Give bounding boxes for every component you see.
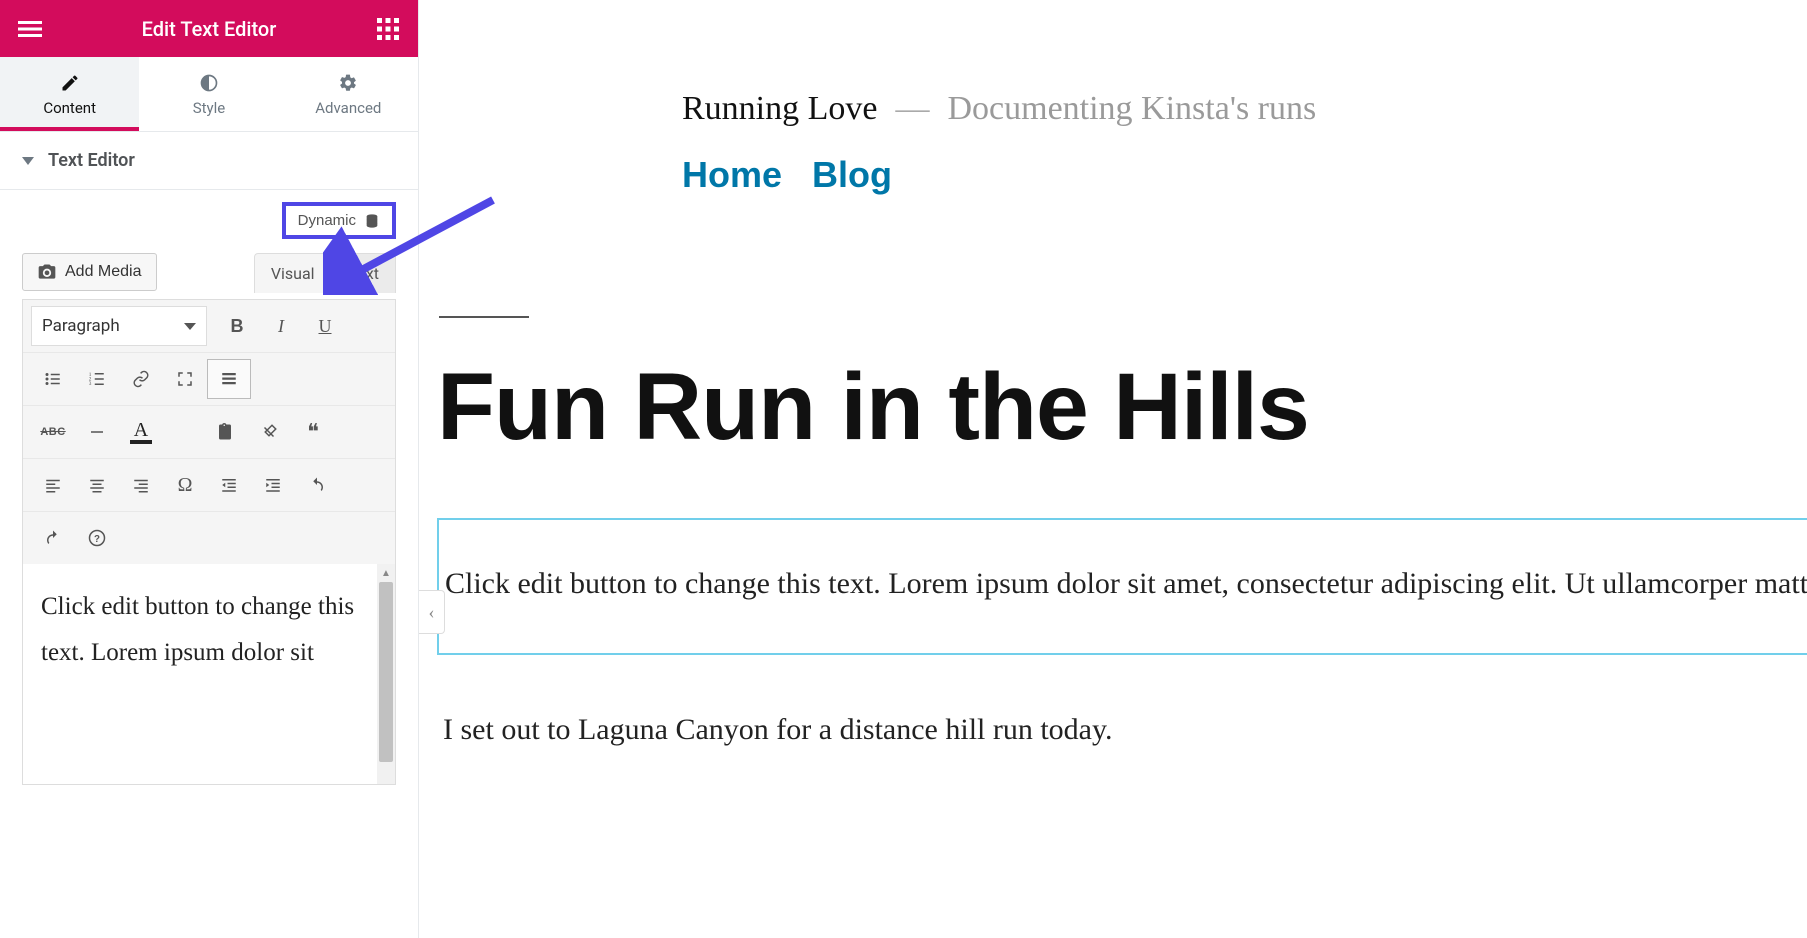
apps-grid-icon[interactable] — [376, 17, 400, 41]
tinymce-toolbar: Paragraph B I U 123 ABC — [22, 299, 396, 785]
scroll-thumb[interactable] — [379, 582, 393, 762]
editor-sidebar: Edit Text Editor Content Style Advance — [0, 0, 419, 938]
tab-content[interactable]: Content — [0, 57, 139, 131]
toolbar-row-1: Paragraph B I U — [23, 300, 395, 352]
help-button[interactable]: ? — [75, 518, 119, 558]
align-left-button[interactable] — [31, 465, 75, 505]
toolbar-row-4: Ω — [23, 458, 395, 511]
site-tagline: Documenting Kinsta's runs — [947, 90, 1316, 128]
underline-button[interactable]: U — [303, 306, 347, 346]
preview-canvas: ‹ Running Love — Documenting Kinsta's ru… — [419, 0, 1807, 938]
fullscreen-button[interactable] — [163, 359, 207, 399]
clear-formatting-button[interactable] — [247, 412, 291, 452]
tab-content-label: Content — [43, 99, 96, 117]
dynamic-label: Dynamic — [298, 212, 356, 229]
scroll-up-icon: ▲ — [377, 564, 395, 582]
dynamic-tag-row: Dynamic — [22, 190, 396, 253]
tab-style-label: Style — [193, 99, 226, 117]
link-button[interactable] — [119, 359, 163, 399]
toolbar-row-3: ABC A ❝ — [23, 405, 395, 458]
align-center-button[interactable] — [75, 465, 119, 505]
post-title: Fun Run in the Hills — [437, 358, 1807, 458]
tab-visual[interactable]: Visual — [254, 253, 332, 293]
add-media-label: Add Media — [65, 263, 142, 281]
text-color-dropdown[interactable] — [159, 412, 203, 452]
numbered-list-button[interactable]: 123 — [75, 359, 119, 399]
bold-button[interactable]: B — [215, 306, 259, 346]
site-nav: Home Blog — [682, 154, 1807, 196]
sidebar-header: Edit Text Editor — [0, 0, 418, 57]
collapse-panel-button[interactable]: ‹ — [419, 590, 445, 634]
section-body: Dynamic Add Media Visual Text Pa — [0, 190, 418, 807]
site-header: Running Love — Documenting Kinsta's runs — [682, 90, 1807, 128]
database-icon — [364, 213, 380, 229]
editor-textarea[interactable]: Click edit button to change this text. L… — [23, 564, 377, 784]
bullet-list-button[interactable] — [31, 359, 75, 399]
chevron-down-icon — [184, 323, 196, 330]
align-right-button[interactable] — [119, 465, 163, 505]
nav-home[interactable]: Home — [682, 154, 782, 196]
text-editor-widget[interactable]: Click edit button to change this text. L… — [437, 518, 1807, 655]
tab-style[interactable]: Style — [139, 57, 278, 131]
tab-advanced[interactable]: Advanced — [279, 57, 418, 131]
undo-button[interactable] — [295, 465, 339, 505]
add-media-button[interactable]: Add Media — [22, 253, 157, 291]
text-color-button[interactable]: A — [119, 412, 163, 452]
pencil-icon — [60, 73, 80, 93]
post-content: Fun Run in the Hills Click edit button t… — [437, 316, 1807, 747]
strikethrough-button[interactable]: ABC — [31, 412, 75, 452]
dynamic-button[interactable]: Dynamic — [282, 202, 396, 239]
blockquote-button[interactable]: ❝ — [291, 412, 335, 452]
section-text-editor[interactable]: Text Editor — [0, 131, 418, 190]
settings-tabs: Content Style Advanced — [0, 57, 418, 131]
svg-text:3: 3 — [89, 381, 92, 387]
site-dash: — — [895, 90, 929, 128]
section-title: Text Editor — [48, 150, 135, 171]
svg-text:?: ? — [94, 534, 100, 545]
nav-blog[interactable]: Blog — [812, 154, 892, 196]
toolbar-row-2: 123 — [23, 352, 395, 405]
app-root: Edit Text Editor Content Style Advance — [0, 0, 1807, 938]
contrast-icon — [199, 73, 219, 93]
editor-body: Click edit button to change this text. L… — [23, 564, 395, 784]
italic-button[interactable]: I — [259, 306, 303, 346]
editor-scrollbar[interactable]: ▲ — [377, 564, 395, 784]
editor-mode-tabs: Visual Text — [254, 253, 396, 293]
gear-icon — [338, 73, 358, 93]
divider-line — [439, 316, 529, 318]
post-body-text: I set out to Laguna Canyon for a distanc… — [437, 713, 1807, 747]
editor-top-row: Add Media Visual Text — [22, 253, 396, 293]
site-title: Running Love — [682, 90, 877, 128]
format-select[interactable]: Paragraph — [31, 306, 207, 346]
tab-text[interactable]: Text — [332, 253, 396, 293]
outdent-button[interactable] — [207, 465, 251, 505]
sidebar-title: Edit Text Editor — [42, 17, 376, 41]
camera-music-icon — [37, 262, 57, 282]
special-char-button[interactable]: Ω — [163, 465, 207, 505]
tab-advanced-label: Advanced — [315, 99, 381, 117]
toolbar-row-5: ? — [23, 511, 395, 564]
caret-down-icon — [22, 157, 34, 165]
horizontal-rule-button[interactable] — [75, 412, 119, 452]
paste-button[interactable] — [203, 412, 247, 452]
toolbar-toggle-button[interactable] — [207, 359, 251, 399]
indent-button[interactable] — [251, 465, 295, 505]
menu-icon[interactable] — [18, 17, 42, 41]
format-select-value: Paragraph — [42, 316, 120, 336]
redo-button[interactable] — [31, 518, 75, 558]
